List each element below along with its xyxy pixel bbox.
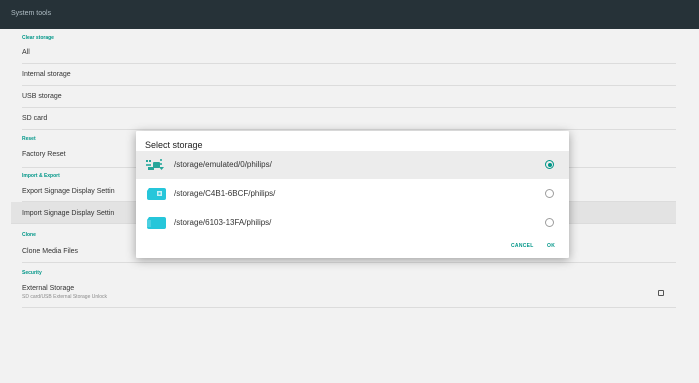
- storage-path: /storage/emulated/0/philips/: [174, 160, 272, 169]
- cancel-button[interactable]: CANCEL: [511, 243, 534, 249]
- storage-option-sd-1[interactable]: /storage/C4B1-6BCF/philips/: [136, 180, 569, 208]
- storage-path: /storage/C4B1-6BCF/philips/: [174, 189, 276, 198]
- ok-button[interactable]: OK: [547, 243, 555, 249]
- select-storage-dialog: Select storage /storage/emulated/0/phili…: [136, 131, 569, 258]
- storage-path: /storage/6103-13FA/philips/: [174, 218, 272, 227]
- sd-card-icon: [147, 217, 166, 229]
- storage-radio[interactable]: [545, 160, 554, 169]
- sd-card-icon: [147, 188, 166, 200]
- dialog-title: Select storage: [145, 140, 203, 150]
- storage-radio[interactable]: [545, 218, 554, 227]
- internal-storage-icon: [146, 159, 164, 170]
- storage-option-sd-2[interactable]: /storage/6103-13FA/philips/: [136, 209, 569, 237]
- storage-option-internal[interactable]: /storage/emulated/0/philips/: [136, 151, 569, 179]
- storage-radio[interactable]: [545, 189, 554, 198]
